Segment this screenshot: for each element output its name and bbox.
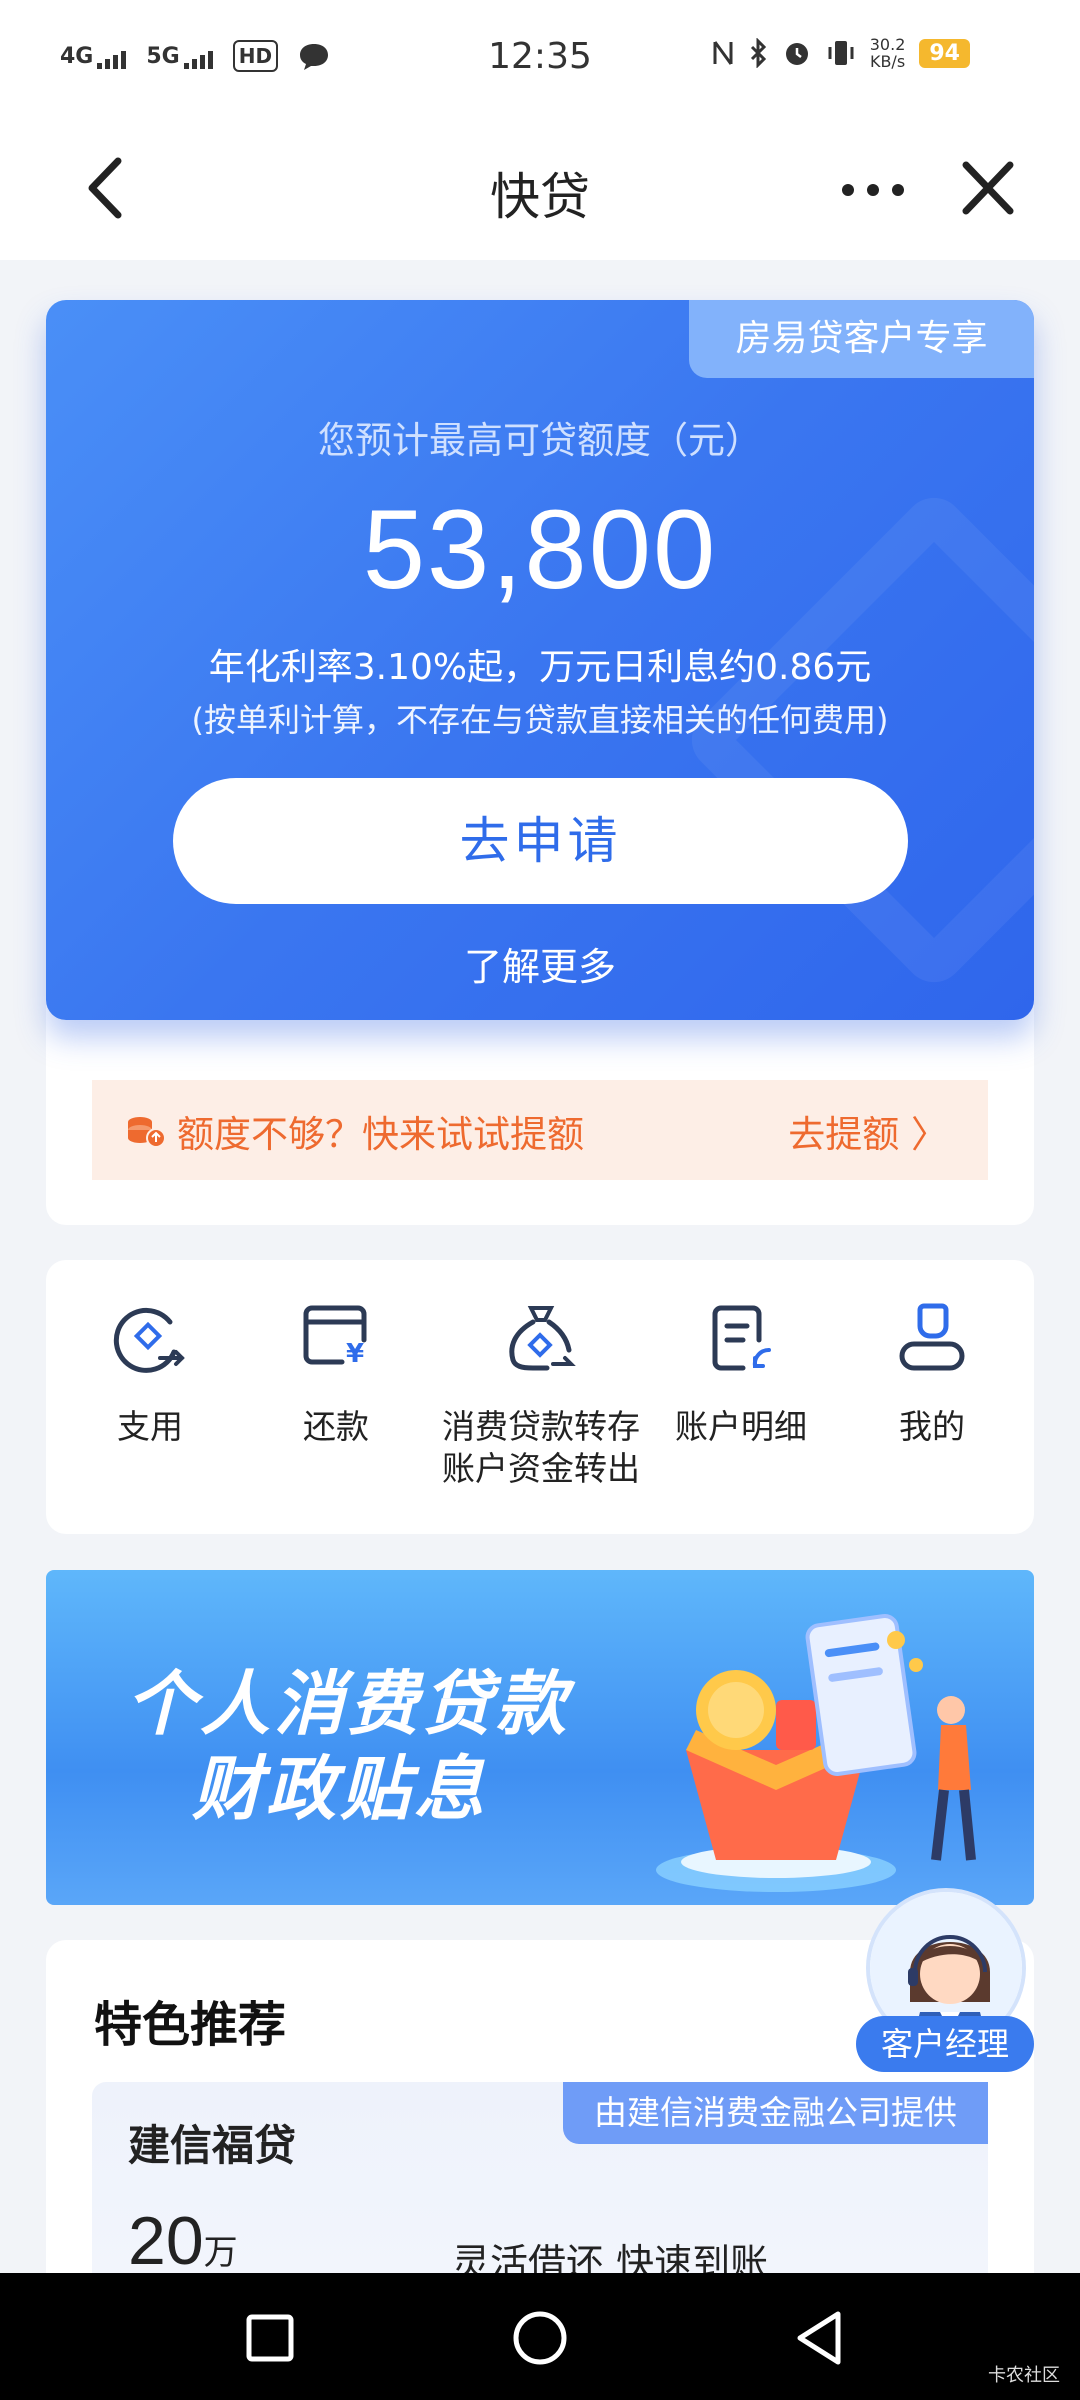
apply-button[interactable]: 去申请: [173, 778, 908, 904]
battery-indicator: 94: [919, 38, 970, 68]
quota-amount: 53,800: [362, 487, 718, 612]
raise-limit-link[interactable]: 去提额 〉: [788, 1104, 948, 1158]
menu-label: 消费贷款转存: [442, 1407, 640, 1446]
menu-item-withdraw[interactable]: 支用: [50, 1300, 250, 1448]
product-amount: 20万: [128, 2202, 238, 2280]
repay-card-icon: ¥: [303, 1305, 367, 1369]
withdraw-icon: [113, 1307, 185, 1373]
menu-label: 还款: [303, 1407, 369, 1446]
back-triangle-icon[interactable]: [790, 2308, 850, 2368]
nav-bar: 快贷: [0, 125, 1080, 260]
menu-label: 我的: [899, 1407, 965, 1446]
speed-value: 30.2: [869, 35, 906, 54]
vibrate-icon: [828, 41, 854, 65]
home-icon[interactable]: [510, 2308, 570, 2368]
menu-item-transfer[interactable]: 消费贷款转存 账户资金转出: [441, 1300, 641, 1490]
page-title: 快贷: [490, 168, 590, 226]
statement-icon: [712, 1305, 771, 1371]
recent-apps-icon[interactable]: [240, 2308, 300, 2368]
product-amount-value: 20: [128, 2203, 204, 2279]
raise-limit-text: 额度不够？快来试试提额: [177, 1113, 584, 1156]
close-icon[interactable]: [958, 155, 1018, 221]
status-right: 30.2 KB/s 94: [712, 36, 970, 70]
banner-title-line2: 财政贴息: [192, 1748, 488, 1830]
manager-label: 客户经理: [856, 2016, 1034, 2072]
interest-note: (按单利计算，不存在与贷款直接相关的任何费用): [191, 701, 889, 739]
more-options-icon[interactable]: [838, 175, 908, 205]
learn-more-link[interactable]: 了解更多: [46, 936, 1034, 991]
product-amount-unit: 万: [203, 2234, 238, 2272]
provider-tag: 由建信消费金融公司提供: [563, 2082, 988, 2144]
exclusive-tag: 房易贷客户专享: [689, 300, 1034, 378]
menu-label: 账户明细: [675, 1407, 807, 1446]
money-bag-icon: [509, 1306, 576, 1371]
alarm-icon: [785, 43, 808, 65]
menu-label: 支用: [117, 1407, 183, 1446]
interest-rate-text: 年化利率3.10%起，万元日利息约0.86元: [208, 647, 872, 688]
banner-illustration: [656, 1614, 976, 1892]
menu-item-repay[interactable]: ¥ 还款: [236, 1300, 436, 1448]
coin-stack-icon: [128, 1117, 166, 1148]
nfc-icon: [713, 41, 733, 65]
svg-text:¥: ¥: [346, 1339, 364, 1369]
profile-icon: [899, 1303, 965, 1371]
raise-limit-banner[interactable]: 额度不够？快来试试提额 去提额 〉: [92, 1080, 988, 1180]
quick-menu: 支用 ¥ 还款 消费贷款转存 账户资金转出 账户明细 我的: [46, 1260, 1034, 1534]
menu-item-mine[interactable]: 我的: [832, 1300, 1032, 1448]
loan-quota-card: 房易贷客户专享 您预计最高可贷额度（元） 53,800 年化利率3.10%起，万…: [46, 300, 1034, 1020]
featured-title: 特色推荐: [94, 1997, 287, 2053]
subsidy-banner[interactable]: 个人消费贷款 财政贴息: [46, 1570, 1034, 1905]
customer-manager-button[interactable]: 客户经理: [856, 1888, 1034, 2074]
speed-unit: KB/s: [869, 52, 906, 71]
bluetooth-icon: [750, 38, 766, 68]
system-navigation-bar: 卡农社区: [0, 2273, 1080, 2400]
product-name: 建信福贷: [128, 2121, 297, 2170]
network-speed: 30.2 KB/s: [870, 36, 906, 70]
menu-label-line2: 账户资金转出: [442, 1449, 640, 1488]
status-bar: 4G 5G HD 12:35 30.2 KB/s 94: [0, 0, 1080, 125]
watermark: 卡农社区: [988, 2365, 1060, 2386]
quota-caption: 您预计最高可贷额度（元）: [318, 419, 762, 462]
menu-item-statement[interactable]: 账户明细: [641, 1300, 841, 1448]
